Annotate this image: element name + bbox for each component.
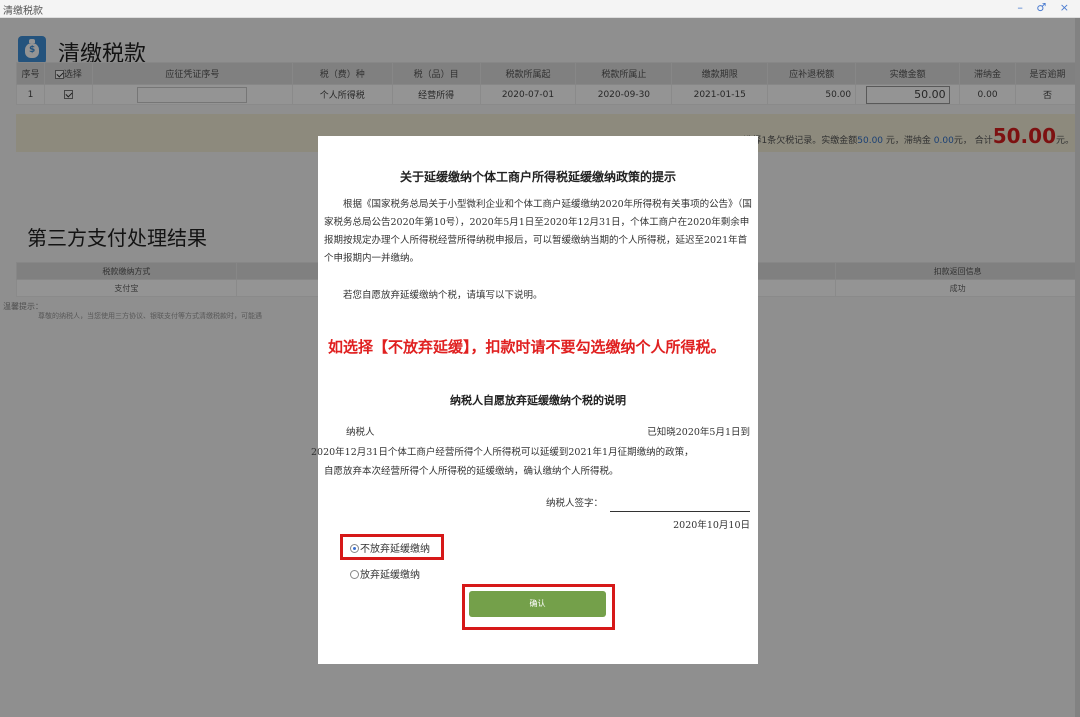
radio-waive[interactable]: [350, 570, 359, 579]
declaration-line-2: 2020年12月31日个体工商户经营所得个人所得税可以延缓到2021年1月征期缴…: [311, 447, 694, 458]
option-waive-label: 放弃延缓缴纳: [360, 570, 420, 581]
policy-paragraph: 根据《国家税务总局关于小型微利企业和个体工商户延缓缴纳2020年所得税有关事项的…: [324, 199, 752, 264]
declaration-known: 已知晓2020年5月1日到: [647, 427, 750, 438]
signature-field[interactable]: [610, 511, 750, 512]
highlight-box-confirm: [462, 584, 615, 630]
window-titlebar: 清缴税款 – ♂ ×: [0, 0, 1080, 18]
instruction-paragraph: 若您自愿放弃延缓缴纳个税，请填写以下说明。: [343, 290, 543, 301]
window-title: 清缴税款: [3, 6, 43, 17]
option-waive[interactable]: 放弃延缓缴纳: [350, 566, 420, 581]
highlight-box-option: [340, 534, 444, 560]
dialog-title: 关于延缓缴纳个体工商户所得税延缓缴纳政策的提示: [399, 170, 676, 184]
declaration-date: 2020年10月10日: [673, 520, 750, 531]
declaration-taxpayer: 纳税人: [346, 427, 375, 438]
declaration-line-3: 自愿放弃本次经营所得个人所得税的延缓缴纳，确认缴纳个人所得税。: [324, 466, 619, 477]
signature-label: 纳税人签字：: [546, 498, 604, 509]
declaration-title: 纳税人自愿放弃延缓缴纳个税的说明: [450, 394, 626, 407]
policy-dialog: 关于延缓缴纳个体工商户所得税延缓缴纳政策的提示 根据《国家税务总局关于小型微利企…: [311, 136, 758, 664]
warning-text: 如选择【不放弃延缓】，扣款时请不要勾选缴纳个人所得税。: [328, 338, 726, 356]
window-controls[interactable]: – ♂ ×: [1017, 1, 1074, 14]
